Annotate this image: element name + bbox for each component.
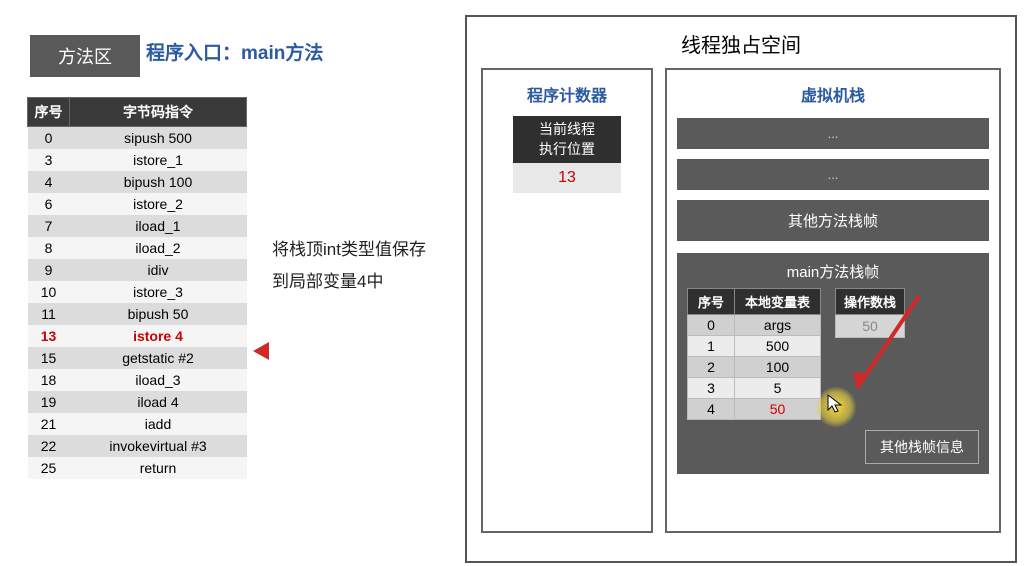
local-var-table: 序号 本地变量表 0args1500210035450 bbox=[687, 288, 821, 420]
cell-instr: iadd bbox=[70, 413, 247, 435]
table-row: 18iload_3 bbox=[28, 369, 247, 391]
table-row: 11bipush 50 bbox=[28, 303, 247, 325]
cell-instr: istore_3 bbox=[70, 281, 247, 303]
other-frame-label: 其他方法栈帧 bbox=[677, 200, 989, 241]
instruction-description: 将栈顶int类型值保存 到局部变量4中 bbox=[272, 234, 426, 299]
vm-stack-box: 虚拟机栈 ... ... 其他方法栈帧 main方法栈帧 序号 本地变量表 0a… bbox=[665, 68, 1001, 533]
bytecode-table: 序号 字节码指令 0sipush 5003istore_14bipush 100… bbox=[27, 97, 247, 479]
cell-seq: 8 bbox=[28, 237, 70, 259]
cell-seq: 21 bbox=[28, 413, 70, 435]
pc-label: 当前线程 bbox=[513, 120, 621, 140]
table-row: 19iload 4 bbox=[28, 391, 247, 413]
cell-seq: 18 bbox=[28, 369, 70, 391]
lv-seq: 1 bbox=[688, 336, 735, 357]
main-stack-frame: main方法栈帧 序号 本地变量表 0args1500210035450 操作数… bbox=[677, 253, 989, 474]
lv-seq: 4 bbox=[688, 399, 735, 420]
table-row: 2100 bbox=[688, 357, 821, 378]
lv-val: 50 bbox=[735, 399, 821, 420]
cell-seq: 10 bbox=[28, 281, 70, 303]
col-seq: 序号 bbox=[28, 98, 70, 127]
thread-space-title: 线程独占空间 bbox=[467, 17, 1015, 68]
table-row: 22invokevirtual #3 bbox=[28, 435, 247, 457]
table-row: 21iadd bbox=[28, 413, 247, 435]
cell-instr: sipush 500 bbox=[70, 127, 247, 150]
lv-val: 500 bbox=[735, 336, 821, 357]
cell-instr: bipush 50 bbox=[70, 303, 247, 325]
lv-seq: 3 bbox=[688, 378, 735, 399]
lv-val: 100 bbox=[735, 357, 821, 378]
cell-seq: 4 bbox=[28, 171, 70, 193]
cell-seq: 22 bbox=[28, 435, 70, 457]
cell-instr: iload_3 bbox=[70, 369, 247, 391]
vm-stack-title: 虚拟机栈 bbox=[677, 82, 989, 106]
stack-slot: ... bbox=[677, 159, 989, 190]
cell-seq: 3 bbox=[28, 149, 70, 171]
cell-instr: idiv bbox=[70, 259, 247, 281]
cell-instr: iload_1 bbox=[70, 215, 247, 237]
cell-instr: istore_1 bbox=[70, 149, 247, 171]
cell-seq: 25 bbox=[28, 457, 70, 479]
stack-slot: ... bbox=[677, 118, 989, 149]
cell-seq: 19 bbox=[28, 391, 70, 413]
lv-col-seq: 序号 bbox=[688, 289, 735, 315]
cell-instr: iload_2 bbox=[70, 237, 247, 259]
cell-instr: getstatic #2 bbox=[70, 347, 247, 369]
table-row: 450 bbox=[688, 399, 821, 420]
lv-val: 5 bbox=[735, 378, 821, 399]
cell-seq: 0 bbox=[28, 127, 70, 150]
arrow-icon bbox=[847, 294, 927, 394]
table-row: 8iload_2 bbox=[28, 237, 247, 259]
cell-seq: 6 bbox=[28, 193, 70, 215]
cell-seq: 13 bbox=[28, 325, 70, 347]
lv-col-name: 本地变量表 bbox=[735, 289, 821, 315]
cell-instr: istore_2 bbox=[70, 193, 247, 215]
main-frame-title: main方法栈帧 bbox=[687, 261, 979, 282]
cell-seq: 15 bbox=[28, 347, 70, 369]
table-row: 13istore 4 bbox=[28, 325, 247, 347]
table-row: 0args bbox=[688, 315, 821, 336]
lv-seq: 0 bbox=[688, 315, 735, 336]
pc-title: 程序计数器 bbox=[483, 82, 651, 106]
thread-private-space: 线程独占空间 程序计数器 当前线程 执行位置 13 虚拟机栈 ... ... 其… bbox=[465, 15, 1017, 563]
table-row: 25return bbox=[28, 457, 247, 479]
current-line-pointer-icon bbox=[253, 342, 269, 360]
table-row: 6istore_2 bbox=[28, 193, 247, 215]
cell-instr: invokevirtual #3 bbox=[70, 435, 247, 457]
pc-value: 13 bbox=[513, 163, 621, 193]
cell-seq: 9 bbox=[28, 259, 70, 281]
cursor-icon bbox=[827, 394, 845, 419]
table-row: 35 bbox=[688, 378, 821, 399]
program-counter-box: 程序计数器 当前线程 执行位置 13 bbox=[481, 68, 653, 533]
col-instr: 字节码指令 bbox=[70, 98, 247, 127]
cell-instr: return bbox=[70, 457, 247, 479]
table-row: 3istore_1 bbox=[28, 149, 247, 171]
entry-point-label: 程序入口：main方法 bbox=[146, 38, 323, 65]
table-row: 7iload_1 bbox=[28, 215, 247, 237]
table-row: 15getstatic #2 bbox=[28, 347, 247, 369]
table-row: 0sipush 500 bbox=[28, 127, 247, 150]
lv-seq: 2 bbox=[688, 357, 735, 378]
table-row: 1500 bbox=[688, 336, 821, 357]
table-row: 9idiv bbox=[28, 259, 247, 281]
pc-label: 执行位置 bbox=[513, 140, 621, 160]
pc-display: 当前线程 执行位置 13 bbox=[513, 116, 621, 193]
cell-instr: iload 4 bbox=[70, 391, 247, 413]
desc-line: 到局部变量4中 bbox=[272, 266, 426, 298]
lv-val: args bbox=[735, 315, 821, 336]
table-row: 4bipush 100 bbox=[28, 171, 247, 193]
other-frame-info: 其他栈帧信息 bbox=[865, 430, 979, 464]
cell-seq: 7 bbox=[28, 215, 70, 237]
cell-instr: istore 4 bbox=[70, 325, 247, 347]
method-area-label: 方法区 bbox=[30, 35, 140, 77]
cell-instr: bipush 100 bbox=[70, 171, 247, 193]
cell-seq: 11 bbox=[28, 303, 70, 325]
desc-line: 将栈顶int类型值保存 bbox=[272, 234, 426, 266]
table-row: 10istore_3 bbox=[28, 281, 247, 303]
